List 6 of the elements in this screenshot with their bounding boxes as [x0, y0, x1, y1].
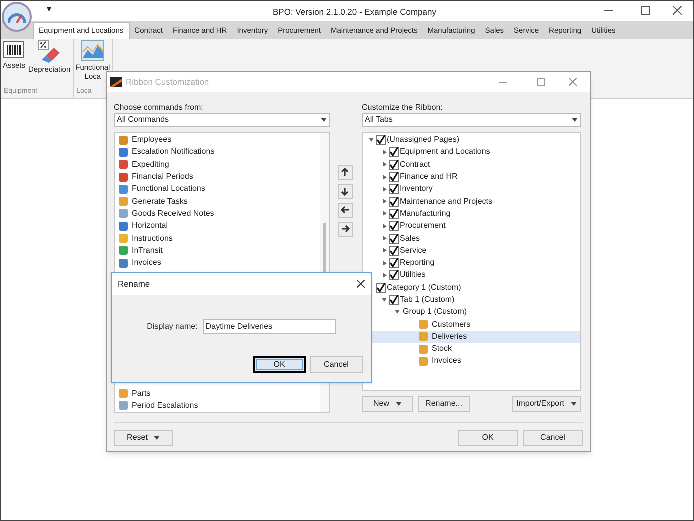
dialog-title: Rename: [118, 278, 150, 290]
panel-label: Customize the Ribbon:: [362, 102, 444, 113]
panel-label: Choose commands from:: [114, 102, 204, 113]
field-label: Display name:: [147, 320, 198, 332]
dialog-title: Ribbon Customization: [126, 76, 210, 88]
window-title: BPO: Version 2.1.0.20 - Example Company: [273, 6, 436, 19]
